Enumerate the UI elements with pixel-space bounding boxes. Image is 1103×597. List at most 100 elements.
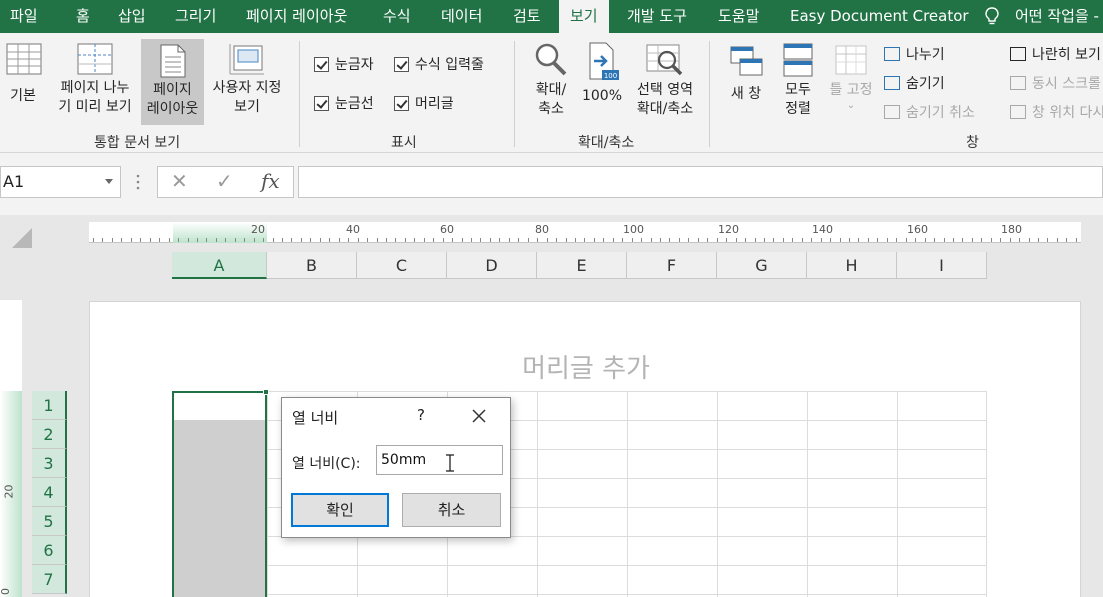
tab-draw[interactable]: 그리기 (175, 0, 216, 33)
tab-data[interactable]: 데이터 (441, 0, 482, 33)
row-header-7[interactable]: 7 (32, 565, 67, 594)
zoom-to-selection-button[interactable]: 선택 영역 확대/축소 (629, 41, 701, 131)
drag-handle-icon[interactable] (136, 173, 140, 191)
column-header-a[interactable]: A (172, 252, 267, 279)
ruler-tick (168, 238, 170, 242)
ruler-tick (395, 238, 397, 242)
gridline (717, 391, 718, 597)
tab-help[interactable]: 도움말 (718, 0, 759, 33)
cancel-icon[interactable]: ✕ (171, 169, 188, 193)
tab-formulas[interactable]: 수식 (383, 0, 411, 33)
ruler-tick (234, 238, 236, 242)
view-side-by-side-button[interactable]: 나란히 보기 (1010, 44, 1101, 64)
hide-button[interactable]: 숨기기 (884, 73, 945, 93)
reset-window-position-button[interactable]: 창 위치 다시 (1010, 102, 1103, 122)
name-box[interactable]: A1 (0, 166, 121, 198)
zoom-100-button[interactable]: 100 100% (580, 41, 624, 131)
gridline (807, 391, 808, 597)
custom-views-label-1: 사용자 지정 (212, 80, 282, 96)
ok-button[interactable]: 확인 (291, 493, 389, 527)
tab-file[interactable]: 파일 (10, 0, 38, 33)
row-header-4[interactable]: 4 (32, 478, 67, 507)
tab-insert[interactable]: 삽입 (118, 0, 146, 33)
ruler-tick (272, 238, 274, 242)
column-header-b[interactable]: B (267, 252, 357, 279)
magnifier-icon (535, 43, 567, 76)
row-header-5[interactable]: 5 (32, 507, 67, 536)
fill-handle[interactable] (263, 389, 269, 395)
column-header-c[interactable]: C (357, 252, 447, 279)
active-cell-a1[interactable] (174, 393, 265, 419)
zoom-button[interactable]: 확대/ 축소 (527, 41, 575, 131)
unhide-window-icon (884, 105, 900, 119)
column-width-input[interactable] (376, 445, 503, 475)
row-header-6[interactable]: 6 (32, 536, 67, 565)
ruler-tick (1038, 238, 1039, 242)
tab-view[interactable]: 보기 (559, 0, 609, 33)
arrange-all-icon (783, 43, 813, 77)
new-window-button[interactable]: 새 창 (723, 41, 769, 131)
formula-bar-checkbox[interactable]: 수식 입력줄 (394, 54, 484, 74)
zoom-100-badge: 100 (604, 72, 617, 80)
ruler-tick (225, 238, 227, 242)
tab-home[interactable]: 홈 (76, 0, 90, 33)
add-header-placeholder[interactable]: 머리글 추가 (90, 348, 1082, 385)
split-icon (884, 47, 900, 61)
ruler-tick (1009, 238, 1011, 242)
vruler-label: 20 (2, 484, 16, 499)
row-header-2[interactable]: 2 (32, 420, 67, 449)
ruler-tick (641, 238, 643, 242)
column-header-i[interactable]: I (897, 252, 987, 279)
row-header-1[interactable]: 1 (32, 391, 67, 420)
formula-bar: A1 ✕ ✓ fx (0, 153, 1103, 215)
custom-views-button[interactable]: 사용자 지정 보기 (206, 41, 288, 131)
ruler-tick (650, 238, 652, 242)
unhide-button[interactable]: 숨기기 취소 (884, 102, 975, 122)
ruler-tick (433, 238, 435, 242)
headings-checkbox[interactable]: 머리글 (394, 93, 454, 113)
ruler-tick (915, 238, 917, 242)
insert-function-icon[interactable]: fx (261, 169, 280, 193)
page-layout-label-2: 레이아웃 (146, 101, 199, 117)
tab-developer[interactable]: 개발 도구 (627, 0, 687, 33)
column-header-f[interactable]: F (627, 252, 717, 279)
split-button[interactable]: 나누기 (884, 44, 945, 64)
ribbon-view: 기본 페이지 나누 기 미리 보기 페이지 레이아웃 사용자 지정 보기 통합 … (0, 33, 1103, 153)
close-icon[interactable] (470, 407, 488, 425)
column-header-d[interactable]: D (447, 252, 537, 279)
ruler-label: 20 (251, 223, 265, 236)
sync-scroll-icon (1010, 76, 1026, 90)
ruler-label: 180 (1001, 223, 1022, 236)
ruler-checkbox-label: 눈금자 (335, 57, 374, 73)
column-header-g[interactable]: G (717, 252, 807, 279)
page-layout-view-button[interactable]: 페이지 레이아웃 (141, 39, 204, 125)
ruler-tick (111, 238, 113, 242)
lightbulb-icon (985, 7, 999, 25)
column-header-h[interactable]: H (807, 252, 897, 279)
select-all-icon[interactable] (12, 228, 32, 248)
column-header-e[interactable]: E (537, 252, 627, 279)
unhide-label: 숨기기 취소 (906, 105, 975, 121)
synchronous-scrolling-button[interactable]: 동시 스크롤 (1010, 73, 1101, 93)
tab-review[interactable]: 검토 (513, 0, 541, 33)
tell-me-box[interactable]: 어떤 작업을 - (1015, 0, 1099, 33)
gridlines-checkbox[interactable]: 눈금선 (314, 93, 374, 113)
row-header-3[interactable]: 3 (32, 449, 67, 478)
formula-input[interactable] (298, 166, 1103, 198)
chevron-down-icon[interactable] (105, 179, 113, 184)
arrange-all-button[interactable]: 모두 정렬 (776, 41, 820, 131)
freeze-panes-button[interactable]: 틀 고정 ⌄ (825, 41, 877, 131)
zoom-label-1: 확대/ (535, 82, 567, 98)
help-button[interactable]: ? (417, 406, 425, 424)
normal-view-button[interactable]: 기본 (0, 41, 46, 131)
enter-icon[interactable]: ✓ (216, 169, 233, 193)
ruler-tick (726, 238, 728, 242)
ruler-tick (660, 238, 661, 242)
cancel-button[interactable]: 취소 (402, 493, 501, 527)
ruler-tick (877, 238, 879, 242)
ruler-checkbox[interactable]: 눈금자 (314, 54, 374, 74)
ruler-tick (934, 238, 936, 242)
tab-page-layout[interactable]: 페이지 레이아웃 (246, 0, 347, 33)
page-break-preview-button[interactable]: 페이지 나누 기 미리 보기 (52, 41, 138, 131)
tab-easy-document-creator[interactable]: Easy Document Creator (790, 0, 969, 33)
